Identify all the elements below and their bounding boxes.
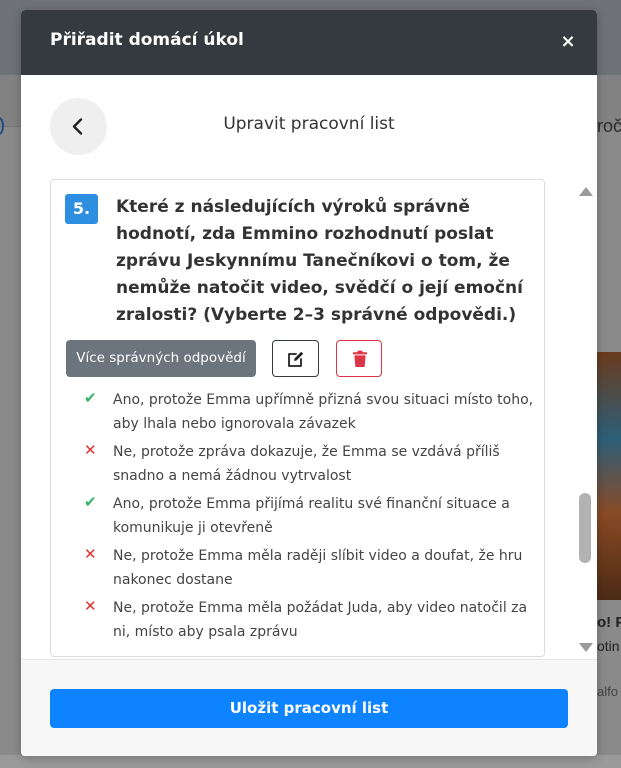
- answer-text: Ano, protože Emma přijímá realitu své fi…: [113, 496, 510, 536]
- scroll-down-arrow-icon[interactable]: [578, 642, 594, 654]
- check-icon: ✔: [84, 493, 97, 511]
- cross-icon: ✕: [84, 545, 97, 563]
- background-card-meta: alfo: [597, 684, 618, 699]
- answer-text: Ne, protože zpráva dokazuje, že Emma se …: [113, 444, 500, 484]
- answer-text: Ano, protože Emma upřímně přizná svou si…: [113, 392, 534, 432]
- save-worksheet-button[interactable]: Uložit pracovní list: [50, 689, 568, 728]
- answer-list: ✔ Ano, protože Emma upřímně přizná svou …: [84, 388, 534, 648]
- answer-item: ✕ Ne, protože zpráva dokazuje, že Emma s…: [84, 440, 534, 488]
- modal-title: Přiřadit domácí úkol: [50, 30, 244, 50]
- background-card-title: o! P: [597, 614, 621, 631]
- answer-text: Ne, protože Emma měla raději slíbit vide…: [113, 548, 523, 588]
- edit-question-button[interactable]: [272, 340, 319, 377]
- modal-header: Přiřadit domácí úkol ×: [21, 10, 597, 75]
- background-card-subtitle: otin: [597, 638, 620, 654]
- scroll-up-arrow-icon[interactable]: [578, 185, 594, 197]
- modal-footer: Uložit pracovní list: [21, 659, 597, 756]
- question-type-badge: Více správných odpovědí: [66, 340, 256, 377]
- answer-item: ✕ Ne, protože Emma měla raději slíbit vi…: [84, 544, 534, 592]
- question-card: 5. Které z následujících výroků správně …: [50, 179, 545, 657]
- background-bottom-strip: [0, 755, 621, 768]
- cross-icon: ✕: [84, 597, 97, 615]
- answer-item: ✕ Ne, protože Emma měla požádat Juda, ab…: [84, 596, 534, 644]
- delete-question-button[interactable]: [336, 340, 382, 377]
- cross-icon: ✕: [84, 441, 97, 459]
- answer-text: Ne, protože Emma měla požádat Juda, aby …: [113, 600, 528, 640]
- scrollbar-thumb[interactable]: [579, 493, 591, 563]
- check-icon: ✔: [84, 389, 97, 407]
- trash-icon: [353, 350, 367, 367]
- question-text: Které z následujících výroků správně hod…: [116, 197, 523, 325]
- assign-homework-modal: Přiřadit domácí úkol × Upravit pracovní …: [21, 10, 597, 756]
- answer-item: ✔ Ano, protože Emma přijímá realitu své …: [84, 492, 534, 540]
- question-number-badge: 5.: [65, 194, 98, 224]
- worksheet-subtitle: Upravit pracovní list: [223, 114, 395, 134]
- background-card-image: [594, 352, 621, 600]
- pencil-square-icon: [288, 351, 304, 367]
- close-icon[interactable]: ×: [556, 30, 580, 54]
- background-nav-text: roč: [597, 116, 621, 136]
- answer-item: ✔ Ano, protože Emma upřímně přizná svou …: [84, 388, 534, 436]
